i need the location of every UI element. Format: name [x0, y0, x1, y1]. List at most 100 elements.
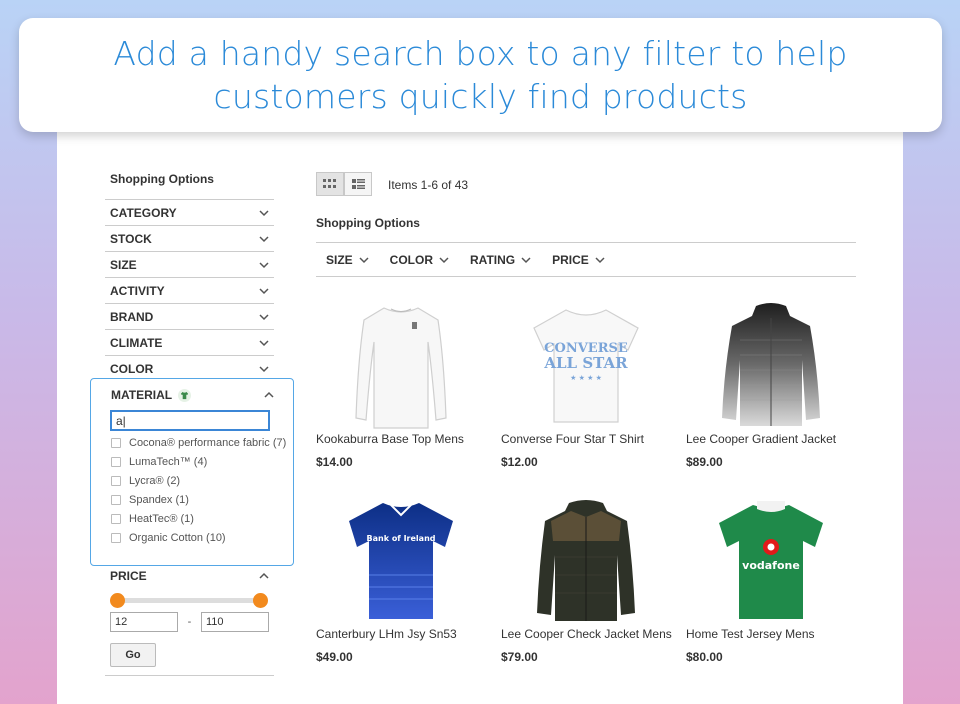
- filter-material[interactable]: MATERIAL: [111, 388, 275, 402]
- dropdown-label: COLOR: [389, 252, 434, 267]
- shopping-options-title: Shopping Options: [316, 216, 420, 230]
- material-option[interactable]: Lycra® (2): [111, 475, 287, 488]
- filter-label: MATERIAL: [111, 388, 173, 402]
- option-label: Cocona® performance fabric (7): [129, 437, 287, 449]
- sidebar-title: Shopping Options: [110, 172, 214, 186]
- dropdown-size[interactable]: SIZE: [326, 253, 370, 267]
- option-label: LumaTech™ (4): [129, 456, 208, 468]
- product-name[interactable]: Lee Cooper Gradient Jacket: [686, 432, 856, 446]
- svg-text:Bank of Ireland: Bank of Ireland: [367, 534, 436, 543]
- product-image[interactable]: Bank of Ireland: [316, 492, 486, 627]
- chevron-down-icon: [595, 256, 605, 263]
- material-option[interactable]: HeatTec® (1): [111, 513, 287, 526]
- filter-activity[interactable]: ACTIVITY: [105, 277, 274, 303]
- product-price: $14.00: [316, 455, 353, 469]
- dropdown-label: SIZE: [326, 252, 353, 267]
- filter-price-header[interactable]: PRICE: [105, 566, 274, 586]
- material-option[interactable]: Spandex (1): [111, 494, 287, 507]
- product-name[interactable]: Kookaburra Base Top Mens: [316, 432, 486, 446]
- checkbox[interactable]: [111, 438, 121, 448]
- price-inputs: -: [110, 612, 274, 632]
- chevron-down-icon: [259, 209, 269, 216]
- white-long-sleeve-top-image: [355, 306, 447, 429]
- price-max-input[interactable]: [201, 612, 269, 632]
- filter-category[interactable]: CATEGORY: [105, 199, 274, 225]
- option-label: Lycra® (2): [129, 475, 181, 487]
- material-search-input[interactable]: [110, 410, 270, 431]
- filter-label: COLOR: [110, 361, 154, 376]
- chevron-down-icon: [259, 235, 269, 242]
- filter-label: BRAND: [110, 309, 154, 324]
- checkbox[interactable]: [111, 495, 121, 505]
- chevron-down-icon: [359, 256, 369, 263]
- filter-stock[interactable]: STOCK: [105, 225, 274, 251]
- price-separator: -: [187, 616, 192, 628]
- option-label: HeatTec® (1): [129, 513, 194, 525]
- product-price: $12.00: [501, 455, 538, 469]
- list-view-button[interactable]: [344, 172, 372, 196]
- product-card[interactable]: Lee Cooper Check Jacket Mens $79.00: [501, 492, 672, 664]
- filter-label: STOCK: [110, 231, 152, 246]
- filter-climate[interactable]: CLIMATE: [105, 329, 274, 355]
- product-card[interactable]: vodafone Home Test Jersey Mens $80.00: [686, 492, 856, 664]
- price-filter: PRICE - Go: [105, 566, 274, 667]
- svg-text:ALL STAR: ALL STAR: [543, 354, 628, 372]
- price-min-input[interactable]: [110, 612, 178, 632]
- green-rugby-jersey-image: vodafone: [719, 500, 823, 619]
- product-card[interactable]: Bank of Ireland Canterbury LHm Jsy Sn53 …: [316, 492, 486, 664]
- product-image[interactable]: vodafone: [686, 492, 856, 627]
- filter-size[interactable]: SIZE: [105, 251, 274, 277]
- dropdown-label: PRICE: [552, 252, 589, 267]
- filter-label: CLIMATE: [110, 335, 163, 350]
- chevron-down-icon: [521, 256, 531, 263]
- product-name[interactable]: Lee Cooper Check Jacket Mens: [501, 627, 672, 641]
- option-label: Spandex (1): [129, 494, 189, 506]
- filter-label: ACTIVITY: [110, 283, 165, 298]
- material-options: Cocona® performance fabric (7) LumaTech™…: [111, 437, 287, 551]
- product-name[interactable]: Canterbury LHm Jsy Sn53: [316, 627, 486, 641]
- grid-view-button[interactable]: [316, 172, 344, 196]
- option-label: Organic Cotton (10): [129, 532, 226, 544]
- view-mode-toggle: [316, 172, 372, 196]
- filter-label: PRICE: [110, 569, 147, 583]
- blue-rugby-jersey-image: Bank of Ireland: [349, 501, 453, 619]
- product-image[interactable]: [686, 297, 856, 432]
- product-price: $89.00: [686, 455, 723, 469]
- product-image[interactable]: [501, 492, 671, 627]
- price-slider-max-handle[interactable]: [253, 593, 268, 608]
- product-image[interactable]: CONVERSE ALL STAR ★ ★ ★ ★: [501, 297, 671, 432]
- dropdown-color[interactable]: COLOR: [390, 253, 450, 267]
- chevron-up-icon: [264, 391, 274, 398]
- dropdown-label: RATING: [470, 252, 516, 267]
- product-card[interactable]: Lee Cooper Gradient Jacket $89.00: [686, 297, 856, 469]
- horizontal-filter-bar: SIZE COLOR RATING PRICE: [316, 242, 856, 277]
- checkbox[interactable]: [111, 457, 121, 467]
- material-option[interactable]: Organic Cotton (10): [111, 532, 287, 545]
- chevron-down-icon: [259, 365, 269, 372]
- material-option[interactable]: LumaTech™ (4): [111, 456, 287, 469]
- chevron-down-icon: [439, 256, 449, 263]
- product-name[interactable]: Converse Four Star T Shirt: [501, 432, 671, 446]
- banner-line-2: customers quickly find products: [213, 77, 748, 116]
- product-name[interactable]: Home Test Jersey Mens: [686, 627, 856, 641]
- gradient-jacket-image: [722, 302, 820, 426]
- checkbox[interactable]: [111, 514, 121, 524]
- filter-label: SIZE: [110, 257, 137, 272]
- material-option[interactable]: Cocona® performance fabric (7): [111, 437, 287, 450]
- chevron-up-icon: [259, 572, 269, 579]
- checkbox[interactable]: [111, 476, 121, 486]
- price-slider-min-handle[interactable]: [110, 593, 125, 608]
- divider: [105, 675, 274, 676]
- product-card[interactable]: Kookaburra Base Top Mens $14.00: [316, 297, 486, 469]
- product-image[interactable]: [316, 297, 486, 432]
- dropdown-rating[interactable]: RATING: [470, 253, 532, 267]
- white-tshirt-image: CONVERSE ALL STAR ★ ★ ★ ★: [533, 308, 639, 423]
- chevron-down-icon: [259, 339, 269, 346]
- shirt-icon: [178, 388, 192, 402]
- product-card[interactable]: CONVERSE ALL STAR ★ ★ ★ ★ Converse Four …: [501, 297, 671, 469]
- filter-brand[interactable]: BRAND: [105, 303, 274, 329]
- checkbox[interactable]: [111, 533, 121, 543]
- price-go-button[interactable]: Go: [110, 643, 156, 667]
- price-slider[interactable]: [110, 593, 268, 608]
- dropdown-price[interactable]: PRICE: [552, 253, 606, 267]
